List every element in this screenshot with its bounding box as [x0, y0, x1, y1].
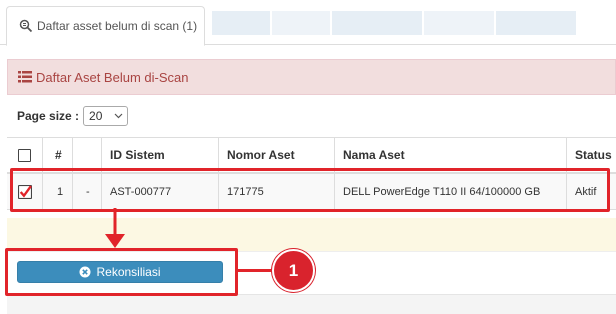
- page-size-value: 20: [89, 109, 103, 123]
- header-nama-aset[interactable]: Nama Aset: [334, 138, 566, 172]
- header-number: #: [42, 138, 72, 172]
- header-id-sistem[interactable]: ID Sistem: [101, 138, 219, 172]
- select-all-checkbox[interactable]: [18, 148, 31, 162]
- tab-placeholder: [424, 11, 494, 35]
- page-size-label: Page size :: [17, 109, 80, 123]
- page-size-control: Page size : 20: [17, 106, 129, 126]
- tab-label: Daftar asset belum di scan (1): [37, 19, 198, 33]
- header-status[interactable]: Status: [566, 138, 616, 172]
- page-size-select[interactable]: 20: [83, 106, 129, 126]
- panel-bottom: [7, 294, 616, 314]
- header-select-all[interactable]: [7, 138, 42, 172]
- tab-unscanned-assets[interactable]: Daftar asset belum di scan (1): [6, 6, 205, 46]
- chevron-down-icon: [114, 113, 123, 119]
- tab-placeholder: [272, 11, 330, 35]
- table-footer-row: [7, 218, 616, 252]
- row-highlight-box: [10, 168, 610, 212]
- list-icon: [18, 71, 32, 83]
- button-highlight-box: [5, 248, 238, 296]
- header-nomor-aset[interactable]: Nomor Aset: [218, 138, 335, 172]
- panel-heading: Daftar Aset Belum di-Scan: [7, 59, 616, 95]
- tab-bar: Daftar asset belum di scan (1): [0, 0, 616, 46]
- panel-title: Daftar Aset Belum di-Scan: [36, 69, 189, 85]
- callout-connector: [238, 269, 276, 272]
- search-list-icon: [19, 19, 33, 33]
- tab-placeholder: [332, 11, 422, 35]
- tab-placeholder: [496, 11, 576, 35]
- step-number-badge: 1: [272, 249, 315, 292]
- tab-placeholder: [212, 11, 270, 35]
- header-blank: [72, 138, 102, 172]
- down-arrow-icon: [105, 208, 125, 248]
